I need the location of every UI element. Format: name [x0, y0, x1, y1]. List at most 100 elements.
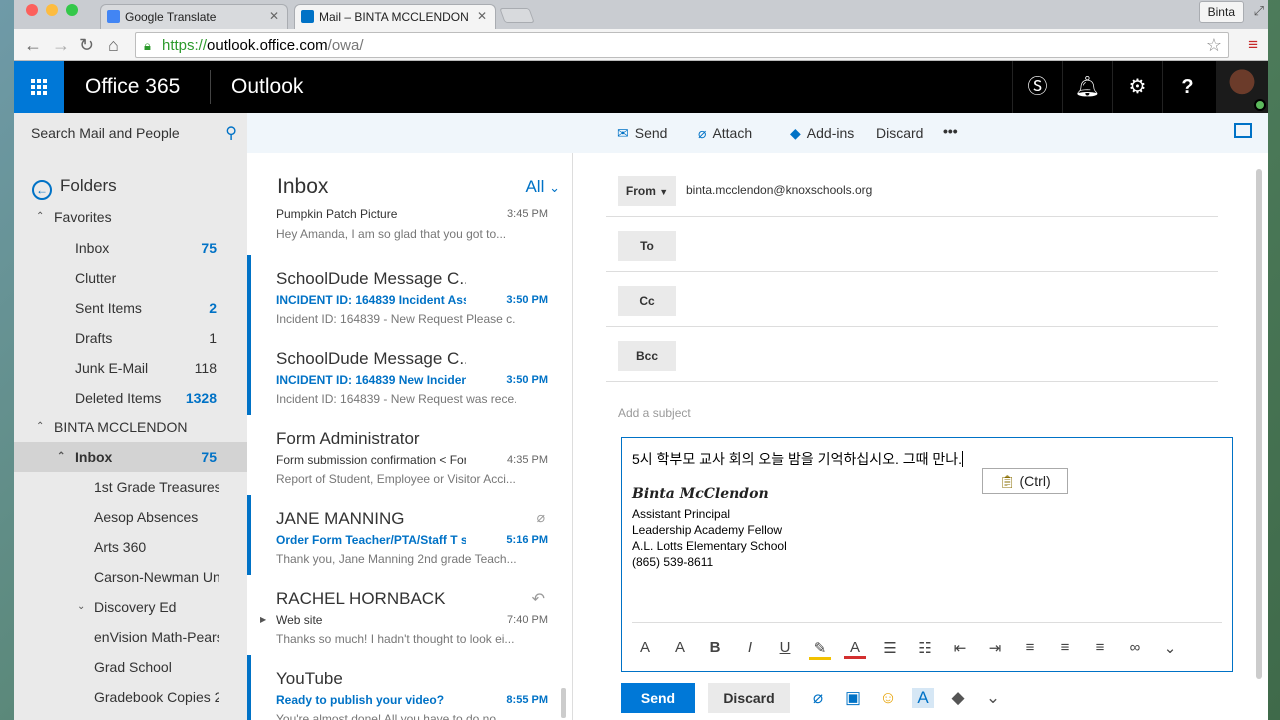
folder-item-account-inbox[interactable]: ⌃ Inbox 75 — [14, 442, 247, 472]
folder-item-junk[interactable]: Junk E-Mail 118 — [14, 353, 247, 383]
list-item[interactable]: RACHEL HORNBACK ↶ ▶ Web site 7:40 PM Tha… — [247, 575, 572, 655]
subfolder-item[interactable]: Aesop Absences — [14, 502, 247, 532]
list-item[interactable]: Form Administrator Form submission confi… — [247, 415, 572, 495]
underline-icon[interactable]: U — [774, 639, 796, 656]
list-item[interactable]: SchoolDude Message C... INCIDENT ID: 164… — [247, 255, 572, 335]
font-size-icon[interactable]: A — [669, 639, 691, 656]
app-launcher-button[interactable] — [14, 61, 64, 113]
compose-scrollbar[interactable] — [1256, 169, 1262, 679]
attach-command[interactable]: ⌀ Attach — [698, 125, 752, 142]
chevron-down-icon[interactable]: ⌄ — [982, 688, 1004, 708]
cc-button[interactable]: Cc — [618, 286, 676, 316]
close-window-button[interactable] — [26, 4, 38, 16]
skype-icon[interactable]: Ⓢ — [1012, 61, 1062, 113]
back-circle-icon[interactable]: ← — [32, 180, 52, 200]
subject-input[interactable]: Add a subject — [618, 406, 691, 420]
emoji-icon[interactable]: ☺ — [877, 688, 899, 708]
cc-row[interactable]: Cc — [606, 275, 1218, 327]
to-row[interactable]: To — [606, 220, 1218, 272]
subfolder-item[interactable]: enVision Math-Pears — [14, 622, 247, 652]
reload-icon[interactable]: ↻ — [79, 35, 94, 55]
subfolder-item[interactable]: Grad School — [14, 652, 247, 682]
list-item[interactable]: SchoolDude Message C... INCIDENT ID: 164… — [247, 335, 572, 415]
format-painter-icon[interactable]: A — [912, 688, 934, 708]
list-item[interactable]: YouTube Ready to publish your video? 8:5… — [247, 655, 572, 720]
highlight-icon[interactable]: ✎ — [809, 639, 831, 660]
search-input[interactable]: Search Mail and People ⚲ — [14, 113, 247, 153]
subfolder-item[interactable]: 1st Grade Treasures T — [14, 472, 247, 502]
align-left-icon[interactable]: ≡ — [1019, 639, 1041, 656]
folder-item-inbox[interactable]: Inbox 75 — [14, 233, 247, 263]
back-arrow-icon[interactable]: ← — [24, 35, 42, 55]
bell-icon[interactable]: 🔔︎ — [1062, 61, 1112, 113]
subfolder-item[interactable]: ⌄ Discovery Ed — [14, 592, 247, 622]
font-color-icon[interactable]: A — [844, 639, 866, 659]
italic-icon[interactable]: I — [739, 639, 761, 656]
align-center-icon[interactable]: ≡ — [1054, 639, 1076, 656]
folder-item-sent[interactable]: Sent Items 2 — [14, 293, 247, 323]
picture-icon[interactable]: ▣ — [842, 688, 864, 708]
search-icon[interactable]: ⚲ — [225, 123, 237, 143]
bcc-row[interactable]: Bcc — [606, 330, 1218, 382]
forward-arrow-icon[interactable]: → — [52, 35, 70, 55]
avatar[interactable] — [1216, 61, 1268, 113]
filter-dropdown[interactable]: All ⌄ — [525, 177, 560, 197]
addins-command[interactable]: ◆ Add-ins — [790, 125, 854, 142]
account-group[interactable]: ⌃ BINTA MCCLENDON — [14, 412, 247, 442]
chevron-up-icon[interactable]: ⌃ — [36, 412, 44, 442]
chevron-up-icon[interactable]: ⌃ — [57, 442, 65, 472]
align-right-icon[interactable]: ≡ — [1089, 639, 1111, 656]
new-tab-button[interactable] — [499, 8, 535, 23]
paste-options-button[interactable]: 📋︎ (Ctrl) — [982, 468, 1068, 494]
folder-item-deleted[interactable]: Deleted Items 1328 — [14, 383, 247, 413]
close-tab-icon[interactable]: ✕ — [477, 9, 487, 23]
tab-outlook-mail[interactable]: Mail – BINTA MCCLENDON ✕ — [294, 4, 496, 29]
list-item[interactable]: JANE MANNING ⌀ Order Form Teacher/PTA/St… — [247, 495, 572, 575]
addins-icon[interactable]: ◆ — [947, 688, 969, 708]
app-title[interactable]: Outlook — [231, 75, 303, 99]
send-button[interactable]: Send — [621, 683, 695, 713]
expand-thread-icon[interactable]: ▶ — [260, 615, 266, 624]
list-item[interactable]: Pumpkin Patch Picture 3:45 PM Hey Amanda… — [247, 199, 572, 245]
minimize-window-button[interactable] — [46, 4, 58, 16]
body-text-line[interactable]: 5시 학부모 교사 회의 오늘 밤을 기억하십시오. 그때 만나. — [632, 449, 964, 469]
help-icon[interactable]: ? — [1162, 61, 1212, 113]
folder-item-clutter[interactable]: Clutter — [14, 263, 247, 293]
discard-button[interactable]: Discard — [708, 683, 790, 713]
bold-icon[interactable]: B — [704, 639, 726, 656]
chevron-up-icon[interactable]: ⌃ — [36, 202, 44, 232]
discard-command[interactable]: Discard — [876, 125, 923, 141]
paperclip-icon[interactable]: ⌀ — [807, 688, 829, 708]
bookmark-star-icon[interactable]: ☆ — [1206, 35, 1222, 56]
address-bar[interactable]: 🔒︎ https://outlook.office.com/owa/ ☆ — [135, 32, 1229, 58]
zoom-window-button[interactable] — [66, 4, 78, 16]
folder-item-drafts[interactable]: Drafts 1 — [14, 323, 247, 353]
favorites-group[interactable]: ⌃ Favorites — [14, 202, 247, 232]
profile-button[interactable]: Binta — [1198, 1, 1244, 23]
popout-icon[interactable] — [1234, 123, 1252, 138]
link-icon[interactable]: ∞ — [1124, 639, 1146, 656]
chevron-down-icon[interactable]: ⌄ — [1159, 639, 1181, 657]
bullets-icon[interactable]: ☰ — [879, 639, 901, 657]
folders-header[interactable]: ← Folders — [32, 176, 117, 200]
font-icon[interactable]: A — [634, 639, 656, 656]
from-button[interactable]: From ▼ — [618, 176, 676, 206]
bcc-button[interactable]: Bcc — [618, 341, 676, 371]
fullscreen-icon[interactable]: ⤢ — [1254, 3, 1264, 19]
decrease-indent-icon[interactable]: ⇤ — [949, 639, 971, 657]
subfolder-item[interactable]: Arts 360 — [14, 532, 247, 562]
close-tab-icon[interactable]: ✕ — [269, 9, 279, 23]
to-button[interactable]: To — [618, 231, 676, 261]
list-scrollbar[interactable] — [561, 688, 566, 718]
more-options-icon[interactable]: ••• — [943, 123, 958, 139]
chrome-menu-icon[interactable]: ≡ — [1248, 35, 1258, 55]
chevron-down-icon[interactable]: ⌄ — [77, 592, 85, 622]
numbering-icon[interactable]: ☷ — [914, 639, 936, 657]
subfolder-item[interactable]: Gradebook Copies 2 — [14, 682, 247, 712]
home-icon[interactable]: ⌂ — [108, 35, 119, 55]
increase-indent-icon[interactable]: ⇥ — [984, 639, 1006, 657]
tab-google-translate[interactable]: Google Translate ✕ — [100, 4, 288, 29]
send-command[interactable]: ✉ Send — [617, 125, 667, 142]
brand-title[interactable]: Office 365 — [85, 75, 180, 99]
subfolder-item[interactable]: Carson-Newman Un — [14, 562, 247, 592]
